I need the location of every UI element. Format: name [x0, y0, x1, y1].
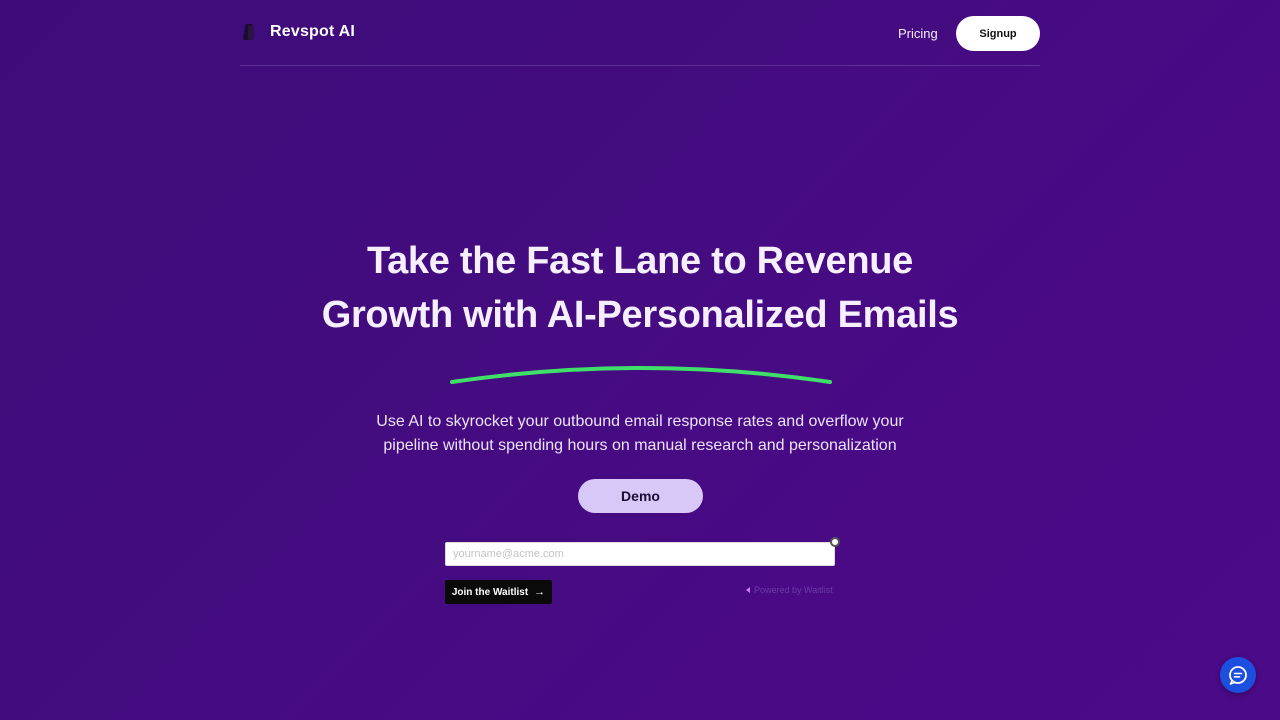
nav-link-pricing[interactable]: Pricing	[898, 26, 938, 41]
signup-button[interactable]: Signup	[956, 16, 1040, 51]
powered-by-link[interactable]: Powered by Waitlist	[746, 585, 833, 595]
hero-subtitle-line-2: pipeline without spending hours on manua…	[383, 437, 897, 454]
arrow-right-icon: →	[534, 586, 546, 598]
brand-name: Revspot AI	[270, 23, 355, 40]
revspot-logo-icon	[240, 22, 260, 42]
demo-button[interactable]: Demo	[578, 479, 703, 513]
brand[interactable]: Revspot AI	[240, 22, 355, 42]
join-waitlist-label: Join the Waitlist	[451, 586, 529, 598]
chat-widget-button[interactable]	[1220, 657, 1256, 693]
input-handle-icon	[830, 537, 840, 547]
join-waitlist-button[interactable]: Join the Waitlist →	[445, 580, 552, 604]
hero-subtitle: Use AI to skyrocket your outbound email …	[340, 410, 940, 458]
hero-headline-line-2: Growth with AI-Personalized Emails	[321, 294, 959, 336]
top-navbar: Revspot AI Pricing Signup	[240, 0, 1040, 66]
hero-headline: Take the Fast Lane to Revenue Growth wit…	[240, 234, 1040, 342]
green-swoosh-underline	[450, 366, 832, 384]
email-input[interactable]	[445, 542, 835, 566]
powered-by-label: Powered by Waitlist	[754, 585, 833, 595]
chat-bubble-icon	[1229, 666, 1247, 685]
hero-subtitle-line-1: Use AI to skyrocket your outbound email …	[376, 413, 904, 430]
hero-headline-line-1: Take the Fast Lane to Revenue	[367, 240, 913, 282]
waitlist-logo-icon	[746, 587, 750, 593]
